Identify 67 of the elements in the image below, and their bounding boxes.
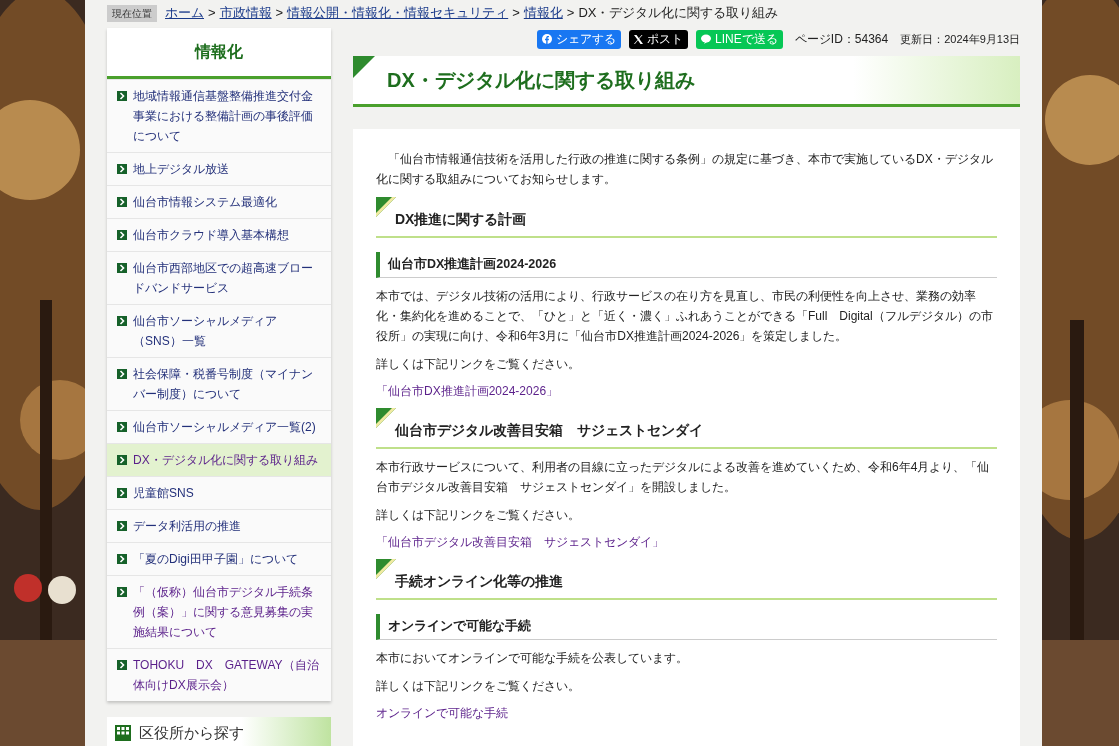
content-link[interactable]: 「仙台市デジタル改善目安箱 サジェストセンダイ」: [376, 532, 664, 551]
sidebar-item[interactable]: 社会保障・税番号制度（マイナンバー制度）について: [107, 357, 331, 410]
sidebar-item[interactable]: 地上デジタル放送: [107, 152, 331, 185]
sidebar-item[interactable]: 「（仮称）仙台市デジタル手続条例（案）」に関する意見募集の実施結果について: [107, 575, 331, 648]
page-id-text: ページID：54364: [794, 31, 889, 48]
chevron-icon: [117, 455, 127, 465]
section-heading: DX推進に関する計画: [395, 210, 528, 229]
section-heading: 手続オンライン化等の推進: [395, 571, 564, 591]
sidebar-title: 区役所から探す: [139, 725, 244, 741]
sidebar-item[interactable]: TOHOKU DX GATEWAY（自治体向けDX展示会）: [107, 648, 331, 701]
chevron-icon: [117, 369, 127, 379]
subsection-heading: オンラインで可能な手続: [388, 617, 532, 635]
facebook-share-button[interactable]: シェアする: [537, 29, 622, 49]
chevron-icon: [117, 521, 127, 531]
corner-icon: [376, 558, 396, 579]
sidebar-item[interactable]: 仙台市西部地区での超高速ブロードバンドサービス: [107, 251, 331, 304]
paragraph: 本市では、デジタル技術の活用により、行政サービスの在り方を見直し、市民の利便性を向上させ、業務の効率化・集約化を進めることで、「ひと」と「近く・濃く」ふれあうことができる「Full Digital（フルデジタル）の市役所」の実現に向け、令和6年3月に「仙台市DX推進計画2024-2026」を策定しました。: [376, 287, 994, 345]
content-link[interactable]: 「仙台市DX推進計画2024-2026」: [376, 381, 559, 400]
sidebar-item[interactable]: DX・デジタル化に関する取り組み: [107, 443, 331, 476]
paragraph: 詳しくは下記リンクをご覧ください。: [376, 506, 581, 524]
paragraph: 本市においてオンラインで可能な手続を公表しています。: [376, 649, 689, 667]
separator-text: >: [275, 4, 284, 23]
paragraph: 詳しくは下記リンクをご覧ください。: [376, 355, 581, 373]
separator-text: >: [208, 4, 216, 23]
sidebar-item[interactable]: 地域情報通信基盤整備推進交付金事業における整備計画の事後評価について: [107, 79, 331, 152]
sidebar-item[interactable]: 児童館SNS: [107, 476, 331, 509]
corner-icon: [353, 56, 375, 78]
chevron-icon: [117, 164, 127, 174]
breadcrumb-link[interactable]: 市政情報: [219, 3, 272, 23]
breadcrumb-current: DX・デジタル化に関する取り組み: [578, 4, 779, 23]
chevron-icon: [117, 554, 127, 564]
chevron-icon: [117, 197, 127, 207]
paragraph: 詳しくは下記リンクをご覧ください。: [376, 677, 581, 695]
x-logo-icon: [634, 34, 644, 44]
chevron-icon: [117, 422, 127, 432]
chevron-icon: [117, 230, 127, 240]
content-link[interactable]: オンラインで可能な手続: [376, 703, 508, 722]
subsection-heading: 仙台市DX推進計画2024-2026: [388, 256, 558, 273]
separator-text: >: [566, 4, 575, 23]
paragraph: 本市行政サービスについて、利用者の目線に立ったデジタルによる改善を進めていくため、令和6年4月より、「仙台市デジタル改善目安箱 サジェストセンダイ」を開設しました。: [376, 458, 991, 496]
sidebar-item[interactable]: 仙台市ソーシャルメディア一覧(2): [107, 410, 331, 443]
sidebar-item[interactable]: 仙台市ソーシャルメディア（SNS）一覧: [107, 304, 331, 357]
sidebar-item[interactable]: 「夏のDigi田甲子園」について: [107, 542, 331, 575]
breadcrumb-link[interactable]: 情報公開・情報化・情報セキュリティ: [287, 3, 509, 23]
page-title: DX・デジタル化に関する取り組み: [387, 68, 695, 93]
sidebar-item[interactable]: データ利活用の推進: [107, 509, 331, 542]
chevron-icon: [117, 488, 127, 498]
intro-paragraph: 「仙台市情報通信技術を活用した行政の推進に関する条例」の規定に基づき、本市で実施しているDX・デジタル化に関する取組みについてお知らせします。: [376, 151, 994, 188]
chevron-icon: [117, 587, 127, 597]
corner-icon: [376, 197, 396, 217]
sidebar-item[interactable]: 仙台市クラウド導入基本構想: [107, 218, 331, 251]
corner-icon: [376, 407, 396, 428]
separator-text: >: [512, 4, 520, 23]
chevron-icon: [117, 91, 127, 101]
sidebar-item[interactable]: 仙台市情報システム最適化: [107, 185, 331, 218]
location-label: 現在位置: [107, 4, 157, 22]
chevron-icon: [117, 660, 127, 670]
breadcrumb-link[interactable]: ホーム: [165, 3, 204, 23]
grid-icon: [115, 725, 131, 741]
breadcrumb-link[interactable]: 情報化: [523, 3, 563, 23]
chat-bubble-icon: [701, 34, 712, 44]
chevron-icon: [117, 263, 127, 273]
x-share-button[interactable]: ポスト: [629, 29, 689, 49]
section-heading: 仙台市デジタル改善目安箱 サジェストセンダイ: [395, 420, 704, 440]
chevron-icon: [117, 316, 127, 326]
updated-date-text: 更新日：2024年9月13日: [900, 31, 1020, 47]
facebook-icon: [542, 34, 553, 44]
